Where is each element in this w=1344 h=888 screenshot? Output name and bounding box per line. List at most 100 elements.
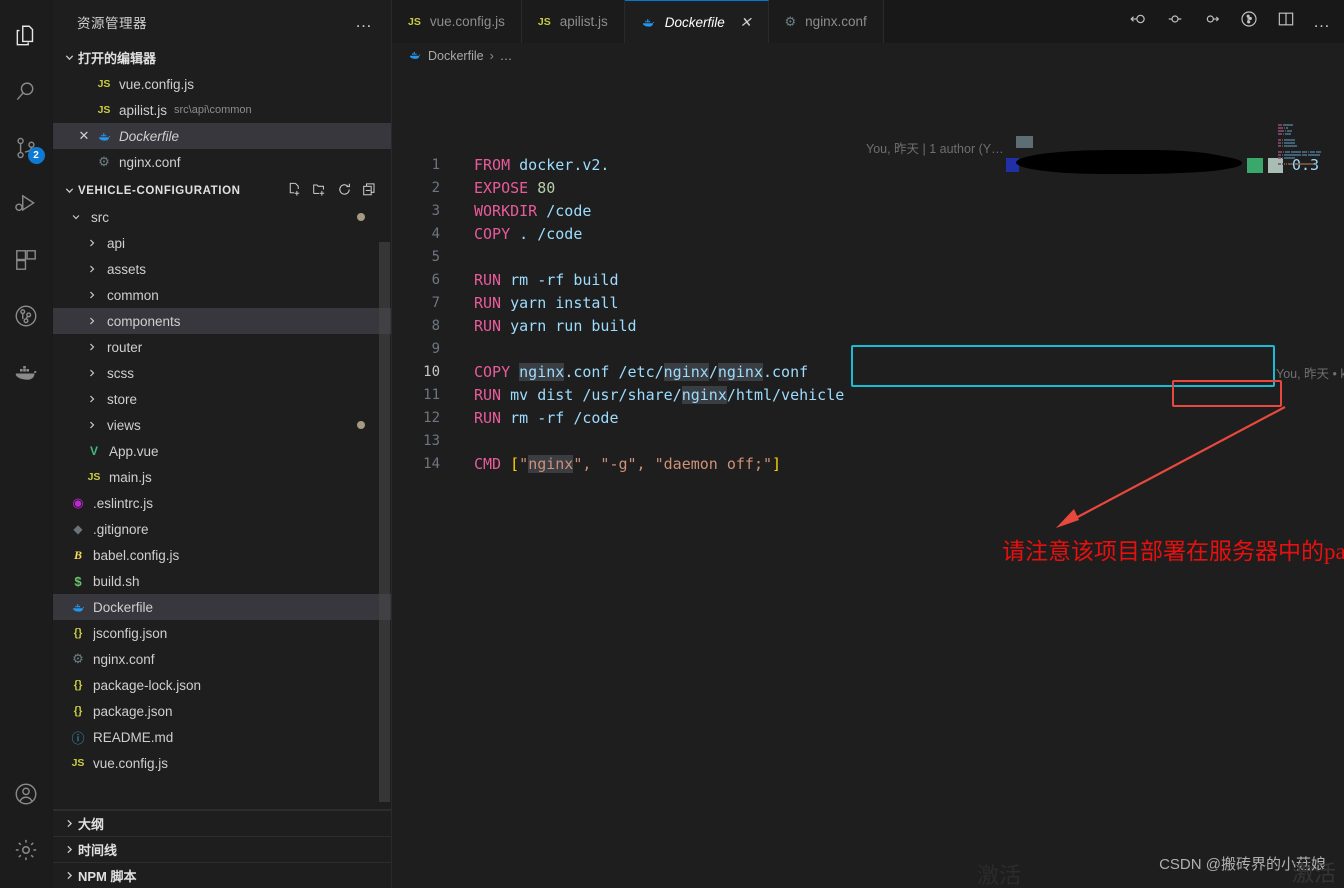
docker-icon xyxy=(408,48,422,63)
code-line[interactable]: 2 EXPOSE 80 xyxy=(392,177,1344,200)
editor-tab[interactable]: Dockerfile ✕ xyxy=(624,0,769,43)
tree-folder[interactable]: router xyxy=(53,334,391,360)
sidebar-more-actions-icon[interactable]: … xyxy=(355,13,373,30)
tree-label: package.json xyxy=(93,703,173,719)
editor-tab-label: apilist.js xyxy=(559,14,608,29)
activity-item-docker[interactable] xyxy=(0,344,53,400)
editor-minimap[interactable] xyxy=(1278,124,1336,166)
minimap-line xyxy=(1278,136,1336,138)
tree-folder[interactable]: scss xyxy=(53,360,391,386)
code-line[interactable]: 3 WORKDIR /code xyxy=(392,200,1344,223)
tree-label: scss xyxy=(107,365,134,381)
tree-folder[interactable]: store xyxy=(53,386,391,412)
line-number: 14 xyxy=(423,456,440,472)
tree-file[interactable]: JS main.js xyxy=(53,464,391,490)
tree-file[interactable]: Dockerfile xyxy=(53,594,391,620)
tree-file[interactable]: {} package-lock.json xyxy=(53,672,391,698)
activity-item-extensions[interactable] xyxy=(0,232,53,288)
file-tree[interactable]: src api assets common components router scss st… xyxy=(53,204,391,809)
tree-label: router xyxy=(107,339,143,355)
tree-folder[interactable]: components xyxy=(53,308,391,334)
tree-file[interactable]: Bbabel.config.js xyxy=(53,542,391,568)
code-line[interactable]: 8 RUN yarn run build xyxy=(392,315,1344,338)
tree-folder[interactable]: common xyxy=(53,282,391,308)
tree-folder[interactable]: views xyxy=(53,412,391,438)
tree-folder[interactable]: api xyxy=(53,230,391,256)
tree-file[interactable]: $ build.sh xyxy=(53,568,391,594)
minimap-line xyxy=(1278,133,1336,135)
open-editor-item[interactable]: ✕ Dockerfile xyxy=(53,123,391,149)
tree-file[interactable]: ◆ .gitignore xyxy=(53,516,391,542)
tree-file[interactable]: ◉ .eslintrc.js xyxy=(53,490,391,516)
refresh-icon[interactable] xyxy=(337,182,352,200)
chevron-right-icon xyxy=(61,870,78,881)
editor-tab[interactable]: ⚙ nginx.conf xyxy=(768,0,884,43)
tree-label: src xyxy=(91,209,109,225)
minimap-line xyxy=(1278,148,1336,150)
annotation-arrow xyxy=(1056,406,1286,528)
search-icon xyxy=(13,79,39,105)
open-editor-item[interactable]: JS apilist.js src\api\common xyxy=(53,97,391,123)
gitlens-toggle-blame-icon[interactable] xyxy=(1239,9,1259,34)
activity-item-source-control[interactable]: 2 xyxy=(0,120,53,176)
tree-folder[interactable]: src xyxy=(53,204,391,230)
tree-file[interactable]: ⚙ nginx.conf xyxy=(53,646,391,672)
gitlens-next-change-icon[interactable] xyxy=(1202,9,1222,34)
tree-file[interactable]: JS vue.config.js xyxy=(53,750,391,776)
open-editor-item[interactable]: JS vue.config.js xyxy=(53,71,391,97)
activity-item-settings[interactable] xyxy=(0,822,53,878)
more-actions-icon[interactable]: … xyxy=(1313,13,1331,30)
line-number: 1 xyxy=(431,157,440,173)
tree-file[interactable]: {} jsconfig.json xyxy=(53,620,391,646)
activity-item-search[interactable] xyxy=(0,64,53,120)
gitlens-previous-change-icon[interactable] xyxy=(1165,9,1185,34)
section-open-editors[interactable]: 打开的编辑器 xyxy=(53,44,391,71)
code-line[interactable]: 6 RUN rm -rf build xyxy=(392,269,1344,292)
activity-item-explorer[interactable] xyxy=(0,8,53,64)
sidebar-scrollbar-thumb[interactable] xyxy=(379,242,390,802)
open-editor-label: apilist.js xyxy=(119,102,168,118)
tree-file[interactable]: V App.vue xyxy=(53,438,391,464)
code-editor[interactable]: You, 昨天 | 1 author (Y… 1 FROM docker.v2. 2… xyxy=(392,68,1344,888)
close-icon[interactable]: ✕ xyxy=(75,128,93,144)
code-line[interactable]: 5 xyxy=(392,246,1344,269)
sidebar-section-时间线[interactable]: 时间线 xyxy=(53,836,391,862)
sidebar-section-NPM 脚本[interactable]: NPM 脚本 xyxy=(53,862,391,888)
activity-item-gitlens[interactable] xyxy=(0,288,53,344)
breadcrumb[interactable]: Dockerfile › … xyxy=(392,43,1344,68)
editor-tab-label: vue.config.js xyxy=(429,14,505,29)
breadcrumb-rest[interactable]: … xyxy=(500,49,513,63)
editor-tab[interactable]: JS apilist.js xyxy=(521,0,625,43)
sidebar-section-label: 大纲 xyxy=(78,817,105,832)
js-icon: JS xyxy=(537,15,551,28)
files-icon xyxy=(13,23,39,49)
code-line[interactable]: 9 xyxy=(392,338,1344,361)
code-line[interactable]: 4 COPY . /code xyxy=(392,223,1344,246)
editor-tab[interactable]: JS vue.config.js xyxy=(392,0,522,43)
collapse-all-icon[interactable] xyxy=(362,182,377,200)
chevron-right-icon xyxy=(83,316,101,326)
activity-item-run-and-debug[interactable] xyxy=(0,176,53,232)
code-line[interactable]: 10 COPY nginx.conf /etc/nginx/nginx.conf xyxy=(392,361,1344,384)
sidebar-scrollbar[interactable] xyxy=(379,204,390,809)
minimap-line xyxy=(1278,160,1336,162)
new-folder-icon[interactable] xyxy=(312,182,327,200)
tree-label: README.md xyxy=(93,729,174,745)
split-editor-icon[interactable] xyxy=(1276,9,1296,34)
tree-file[interactable]: ⓘ README.md xyxy=(53,724,391,750)
js-icon: JS xyxy=(408,15,421,28)
close-icon[interactable]: ✕ xyxy=(740,14,752,31)
sidebar-title-bar: 资源管理器 … xyxy=(53,0,391,44)
gitlens-open-changes-icon[interactable] xyxy=(1128,9,1148,34)
new-file-icon[interactable] xyxy=(287,182,302,200)
tree-folder[interactable]: assets xyxy=(53,256,391,282)
tree-file[interactable]: {} package.json xyxy=(53,698,391,724)
section-project[interactable]: VEHICLE-CONFIGURATION xyxy=(53,177,391,204)
line-content: RUN yarn install xyxy=(474,294,619,312)
code-line[interactable]: 7 RUN yarn install xyxy=(392,292,1344,315)
sidebar-section-大纲[interactable]: 大纲 xyxy=(53,810,391,836)
tree-label: common xyxy=(107,287,159,303)
activity-item-accounts[interactable] xyxy=(0,766,53,822)
open-editor-item[interactable]: ⚙ nginx.conf xyxy=(53,149,391,175)
breadcrumb-file[interactable]: Dockerfile xyxy=(428,49,484,63)
